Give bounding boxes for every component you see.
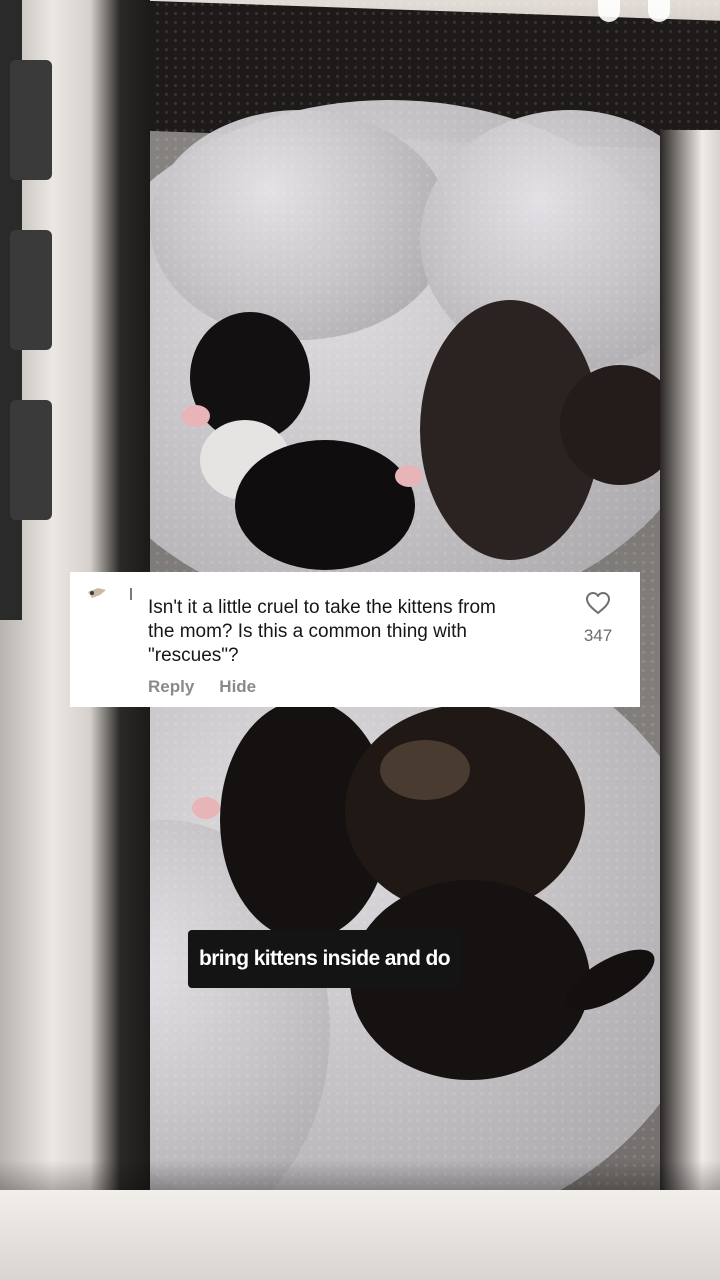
avatar-mark bbox=[130, 588, 132, 600]
caption-text: bring kittens inside and do bbox=[199, 947, 451, 970]
hide-button[interactable]: Hide bbox=[219, 677, 256, 697]
caption-box: bring kittens inside and do bbox=[188, 930, 461, 988]
kitten-paw bbox=[395, 465, 423, 487]
decor-dot bbox=[648, 0, 670, 22]
crate-door-slot bbox=[10, 400, 52, 520]
kitten-tortie-patch bbox=[380, 740, 470, 800]
top-decoration bbox=[598, 0, 670, 22]
kitten-paw bbox=[192, 797, 220, 819]
reply-button[interactable]: Reply bbox=[148, 677, 194, 697]
kitten-black-white-body bbox=[235, 440, 415, 570]
crate-door-slot bbox=[10, 60, 52, 180]
avatar-icon[interactable] bbox=[86, 586, 108, 602]
decor-dot bbox=[598, 0, 620, 22]
blanket-fold bbox=[150, 110, 450, 340]
kitten-paw bbox=[182, 405, 210, 427]
crate-right-wall bbox=[660, 130, 720, 1280]
crate-door-slot bbox=[10, 230, 52, 350]
comment-actions: Reply Hide bbox=[148, 677, 256, 697]
comment-text: Isn't it a little cruel to take the kitt… bbox=[148, 597, 496, 666]
comment-card: Isn't it a little cruel to take the kitt… bbox=[70, 572, 640, 707]
like-count: 347 bbox=[583, 626, 613, 645]
crate-bottom-wall bbox=[0, 1190, 720, 1280]
heart-outline-icon[interactable] bbox=[584, 590, 612, 616]
